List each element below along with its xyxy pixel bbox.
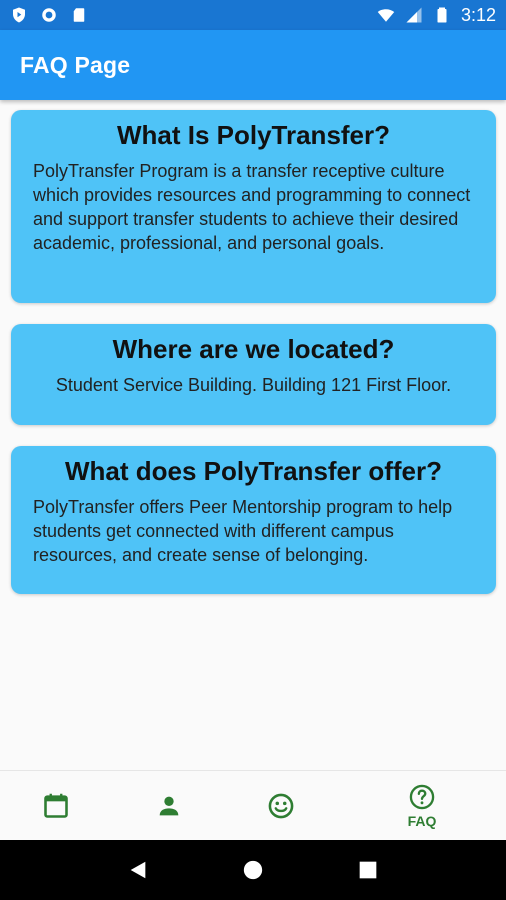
signal-icon (406, 7, 422, 23)
page-title: FAQ Page (20, 51, 131, 78)
nav-faq-label: FAQ (407, 813, 437, 829)
status-time: 3:12 (460, 4, 496, 25)
faq-question: Where are we located? (112, 334, 395, 364)
home-circle-icon (243, 860, 263, 880)
recents-square-icon (359, 861, 377, 879)
recents-button[interactable] (348, 850, 388, 890)
faq-card: What Is PolyTransfer? PolyTransfer Progr… (11, 110, 496, 303)
nav-faq[interactable]: FAQ (392, 771, 452, 841)
faq-answer: PolyTransfer Program is a transfer recep… (33, 161, 471, 253)
faq-card: Where are we located? Student Service Bu… (11, 324, 496, 425)
faq-answer: Student Service Building. Building 121 F… (55, 375, 452, 395)
person-icon (159, 796, 179, 816)
faq-question: What does PolyTransfer offer? (64, 456, 443, 486)
shield-icon (13, 7, 25, 23)
app-bar: FAQ Page (0, 30, 506, 100)
wifi-icon (377, 9, 395, 22)
faq-card: What does PolyTransfer offer? PolyTransf… (11, 446, 496, 594)
calendar-icon (44, 793, 68, 818)
sd-card-icon (73, 8, 85, 22)
system-nav-bar (0, 840, 506, 900)
back-triangle-icon (130, 861, 145, 879)
bottom-nav: FAQ (0, 770, 506, 840)
circle-record-icon (42, 8, 56, 22)
back-button[interactable] (118, 850, 158, 890)
battery-icon (437, 7, 447, 23)
status-bar: 3:12 (0, 0, 506, 30)
help-circle-icon (409, 784, 435, 810)
nav-calendar[interactable] (28, 771, 84, 841)
faq-question: What Is PolyTransfer? (116, 120, 391, 150)
home-button[interactable] (233, 850, 273, 890)
faq-list: What Is PolyTransfer? PolyTransfer Progr… (0, 100, 506, 770)
smiley-icon (268, 793, 294, 819)
faq-answer: PolyTransfer offers Peer Mentorship prog… (33, 497, 453, 565)
nav-mood[interactable] (253, 771, 309, 841)
nav-profile[interactable] (141, 771, 197, 841)
